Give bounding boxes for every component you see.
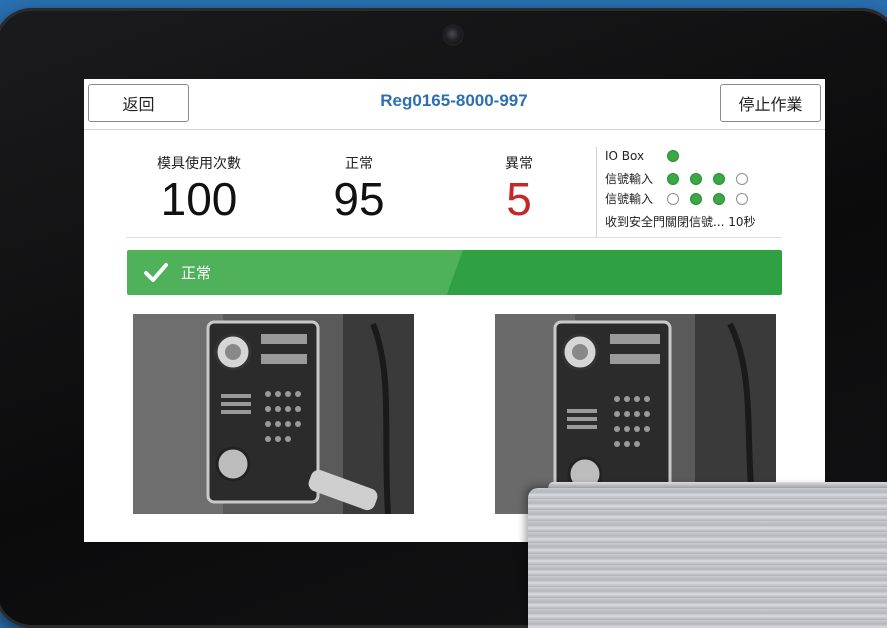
header-bar: 返回 Reg0165-8000-997 停止作業	[84, 79, 825, 130]
signal-led	[736, 172, 748, 185]
signal-input-label: 信號輸入	[605, 172, 654, 186]
mold-uses-value: 100	[160, 173, 238, 225]
normal-count: 95	[333, 173, 385, 225]
signal-input-label: 信號輸入	[605, 192, 654, 206]
io-status-panel: IO Box 信號輸入 信號輸入 收到安全門關閉信號... 10秒	[596, 147, 797, 237]
stop-job-button[interactable]: 停止作業	[720, 84, 821, 122]
mold-uses-label: 模具使用次數	[157, 156, 241, 172]
camera-icon	[444, 26, 462, 44]
inspection-image-left	[133, 314, 414, 514]
status-bar: 正常	[127, 250, 782, 295]
divider	[126, 237, 782, 238]
signal-led	[736, 192, 748, 205]
abnormal-count: 5	[506, 173, 532, 225]
status-text: 正常	[181, 264, 212, 282]
signal-led	[690, 172, 702, 185]
signal-led	[713, 172, 725, 185]
check-icon	[144, 262, 168, 282]
signal-input-row-2: 信號輸入	[605, 190, 759, 207]
signal-led	[667, 192, 679, 205]
signal-led	[667, 172, 679, 185]
ipc-box	[528, 488, 887, 628]
signal-led	[713, 192, 725, 205]
signal-input-row-1: 信號輸入	[605, 170, 759, 187]
io-box-led	[667, 150, 679, 162]
app-screen: 返回 Reg0165-8000-997 停止作業 模具使用次數 100 正常 9…	[84, 79, 825, 542]
abnormal-label: 異常	[505, 156, 533, 172]
back-button[interactable]: 返回	[88, 84, 189, 122]
normal-label: 正常	[345, 156, 373, 172]
safety-door-message: 收到安全門關閉信號... 10秒	[605, 215, 756, 229]
io-box-row: IO Box	[605, 149, 690, 163]
page-title: Reg0165-8000-997	[380, 91, 528, 110]
io-box-label: IO Box	[605, 149, 645, 163]
signal-led	[690, 192, 702, 205]
